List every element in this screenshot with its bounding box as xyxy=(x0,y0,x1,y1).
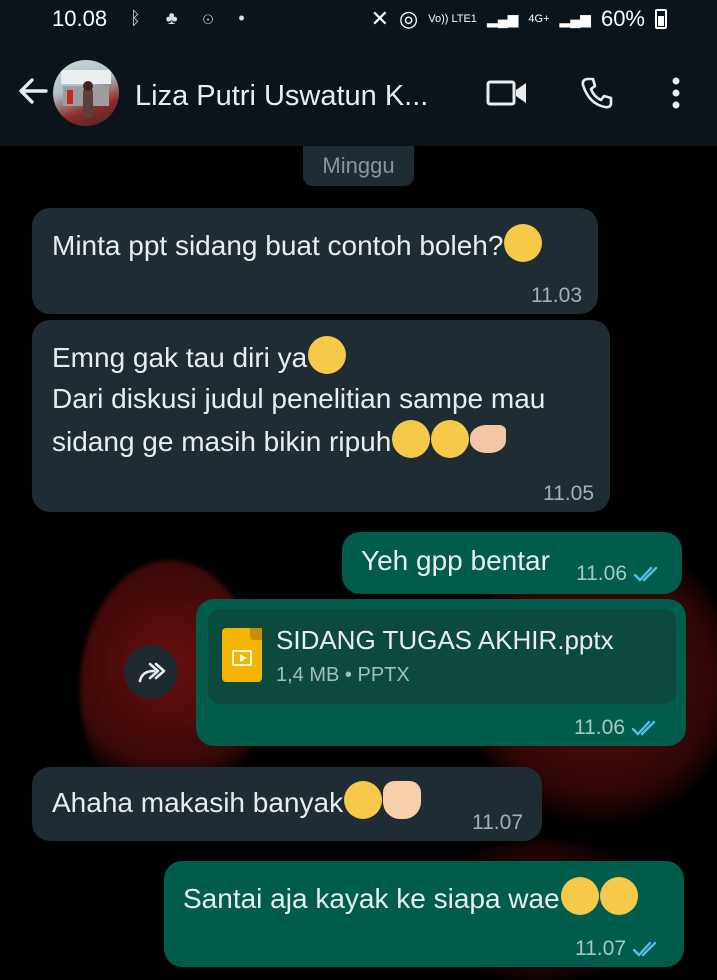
chat-header: Liza Putri Uswatun K... xyxy=(0,40,717,146)
avatar[interactable] xyxy=(53,60,119,126)
slides-file-icon xyxy=(222,628,262,682)
volte-label: Vo)) LTE1 xyxy=(428,12,477,25)
status-time: 10.08 xyxy=(52,6,108,31)
document-meta: 1,4 MB • PPTX xyxy=(276,664,410,686)
notification-icons: ᛒ ♣ ⊙ • xyxy=(130,8,255,28)
message-bubble-incoming[interactable]: Ahaha makasih banyak 11.07 xyxy=(32,767,542,841)
double-check-icon xyxy=(632,939,660,963)
mute-icon: ✕ xyxy=(370,6,390,31)
crying-emoji-icon xyxy=(308,336,347,374)
forward-icon xyxy=(138,662,166,683)
message-time: 11.05 xyxy=(543,482,594,505)
document-name: SIDANG TUGAS AKHIR.pptx xyxy=(276,625,614,655)
contact-name[interactable]: Liza Putri Uswatun K... xyxy=(135,80,428,113)
message-text: Minta ppt sidang buat contoh boleh? xyxy=(52,230,504,261)
message-bubble-incoming[interactable]: Minta ppt sidang buat contoh boleh? 11.0… xyxy=(32,208,598,314)
signal-icon: ▂▄▆ xyxy=(486,10,519,27)
message-time: 11.06 xyxy=(574,716,625,739)
message-text-line: Emng gak tau diri ya xyxy=(52,342,308,373)
video-call-button[interactable] xyxy=(482,68,532,118)
raising-hands-emoji-icon xyxy=(383,781,422,819)
double-check-icon xyxy=(631,718,659,742)
arrow-left-icon xyxy=(19,78,48,104)
document-attachment[interactable]: SIDANG TUGAS AKHIR.pptx 1,4 MB • PPTX xyxy=(208,609,676,704)
message-bubble-outgoing[interactable]: Yeh gpp bentar 11.06 xyxy=(342,532,682,594)
message-text: Yeh gpp bentar xyxy=(361,545,550,576)
message-text: Santai aja kayak ke siapa wae xyxy=(183,883,560,914)
message-bubble-incoming[interactable]: Emng gak tau diri ya Dari diskusi judul … xyxy=(32,320,610,512)
network-label: 4G+ xyxy=(528,12,550,25)
message-time: 11.03 xyxy=(531,284,582,307)
signal-icon: ▂▄▆ xyxy=(559,10,591,27)
message-text-line: sidang ge masih bikin ripuh xyxy=(52,426,392,457)
date-separator: Minggu xyxy=(303,146,414,186)
more-options-button[interactable] xyxy=(651,68,701,118)
hotspot-icon: ◎ xyxy=(399,6,419,31)
grinning-emoji-icon xyxy=(504,224,543,262)
video-camera-icon xyxy=(486,80,526,106)
double-check-icon xyxy=(633,564,661,588)
battery-percent: 60% xyxy=(600,6,645,31)
pointing-hand-emoji-icon xyxy=(470,425,507,453)
message-time: 11.07 xyxy=(575,937,626,960)
rolling-laughing-emoji-icon xyxy=(431,420,470,458)
back-button[interactable] xyxy=(16,74,50,114)
voice-call-button[interactable] xyxy=(572,68,622,118)
message-time: 11.06 xyxy=(576,562,627,585)
status-right: ✕ ◎ Vo)) LTE1 ▂▄▆ 4G+ ▂▄▆ 60% xyxy=(371,6,667,32)
status-bar: 10.08 ᛒ ♣ ⊙ • ✕ ◎ Vo)) LTE1 ▂▄▆ 4G+ ▂▄▆ … xyxy=(0,0,717,40)
rolling-laughing-emoji-icon xyxy=(392,420,431,458)
sweat-smile-emoji-icon xyxy=(599,877,638,915)
forward-button[interactable] xyxy=(124,645,178,699)
phone-icon xyxy=(581,77,613,109)
sweat-smile-emoji-icon xyxy=(560,877,599,915)
laughing-emoji-icon xyxy=(344,781,383,819)
message-time: 11.07 xyxy=(472,811,523,834)
message-bubble-outgoing[interactable]: Santai aja kayak ke siapa wae 11.07 xyxy=(164,861,684,967)
message-text: Ahaha makasih banyak xyxy=(52,787,344,818)
message-text-line: Dari diskusi judul penelitian sampe mau xyxy=(52,383,546,414)
battery-icon xyxy=(655,9,667,29)
more-vert-icon xyxy=(672,77,680,109)
avatar-image xyxy=(61,70,111,118)
